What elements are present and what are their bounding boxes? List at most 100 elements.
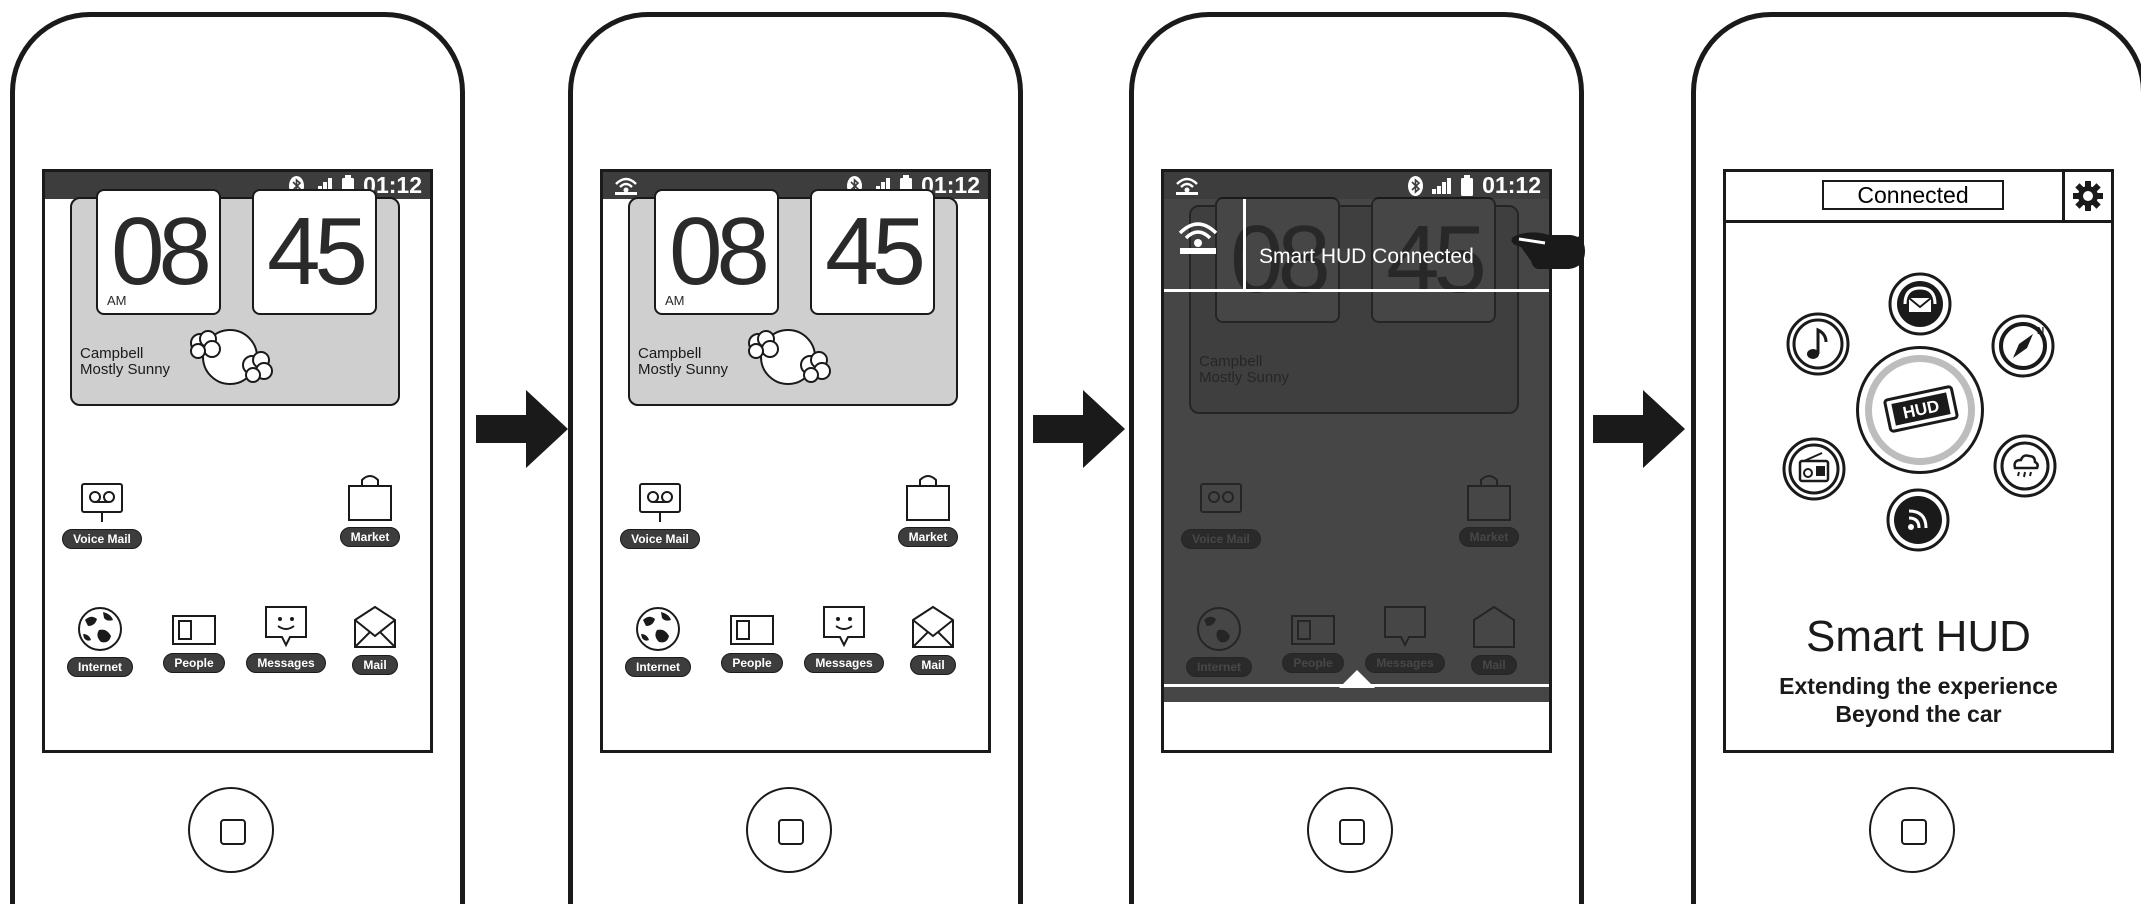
- app-mail[interactable]: Mail: [345, 604, 405, 675]
- signal-icon: [1432, 177, 1452, 194]
- notification-text[interactable]: Smart HUD Connected: [1259, 245, 1474, 269]
- hud-connection-icon: [615, 177, 637, 195]
- gear-icon: [2073, 181, 2103, 211]
- app-label: Mail: [910, 655, 956, 675]
- home-square-icon: [220, 819, 246, 845]
- shade-handle-icon[interactable]: [1339, 669, 1375, 689]
- connection-status-badge: Connected: [1822, 180, 2004, 210]
- home-button[interactable]: [188, 787, 274, 873]
- hud-center-button[interactable]: HUD: [1856, 346, 1984, 474]
- bluetooth-icon: [1408, 175, 1424, 196]
- app-internet[interactable]: Internet: [617, 606, 699, 677]
- clock-weather-widget[interactable]: 08 AM 45 Campbell Mostly Sunny: [70, 189, 400, 406]
- app-label: People: [163, 653, 225, 673]
- app-messages[interactable]: Messages: [799, 604, 889, 673]
- sun-cloud-icon: [190, 329, 273, 385]
- menu-item-weather[interactable]: [1993, 434, 2057, 498]
- subtitle-line-1: Extending the experience: [1779, 673, 2058, 699]
- home-button[interactable]: [1869, 787, 1955, 873]
- phone-2: 01:12 08 AM 45 Campbell Mostly Sunny Voice…: [568, 12, 1023, 904]
- menu-item-navigation[interactable]: N: [1991, 314, 2055, 378]
- ampm-label: AM: [107, 293, 127, 308]
- globe-icon: [636, 607, 680, 651]
- contact-card-icon: [730, 615, 774, 645]
- voicemail-icon: [639, 483, 681, 522]
- next-arrow-icon: [476, 390, 568, 468]
- smart-hud-app-screen: Connected HUD N Smart HUD Extending the …: [1723, 169, 2114, 753]
- app-label: Messages: [246, 653, 326, 673]
- app-label: Internet: [624, 657, 691, 677]
- app-market[interactable]: Market: [335, 474, 405, 547]
- next-arrow-icon: [1593, 390, 1685, 468]
- hud-icon: HUD: [1883, 385, 1959, 433]
- sun-cloud-icon: [748, 329, 831, 385]
- rss-icon: [1886, 488, 1950, 552]
- settings-button[interactable]: [2062, 172, 2111, 220]
- minute-text: 45: [267, 198, 368, 305]
- phone-4: Connected HUD N Smart HUD Extending the …: [1691, 12, 2141, 904]
- notification-shade[interactable]: Smart HUD Connected: [1164, 199, 1549, 702]
- home-screen: 01:12 08 AM 45 Campbell Mostly Sunny Voice…: [42, 169, 433, 753]
- menu-item-feed[interactable]: [1886, 488, 1950, 552]
- chat-bubble-icon: [265, 606, 307, 648]
- minute-card: 45: [252, 189, 377, 315]
- app-voice-mail[interactable]: Voice Mail: [620, 482, 700, 549]
- compass-icon: N: [1991, 314, 2055, 378]
- app-label: Market: [897, 527, 959, 547]
- app-label: Voice Mail: [620, 529, 700, 549]
- hour-text: 08: [111, 198, 212, 305]
- music-icon: [1786, 312, 1850, 376]
- status-bar: 01:12: [1164, 172, 1549, 199]
- menu-item-music[interactable]: [1786, 312, 1850, 376]
- swipe-finger-icon: [1511, 232, 1585, 269]
- app-voice-mail[interactable]: Voice Mail: [62, 482, 142, 549]
- weather-city: Campbell: [638, 345, 702, 362]
- notification-bottom-rule: [1164, 289, 1549, 292]
- home-button[interactable]: [746, 787, 832, 873]
- svg-text:N: N: [2037, 326, 2044, 337]
- home-screen: 01:12 08 AM 45 Campbell Mostly Sunny Voice…: [600, 169, 991, 753]
- headset-mail-icon: [1888, 272, 1952, 336]
- hour-card: 08 AM: [654, 189, 779, 315]
- minute-card: 45: [810, 189, 935, 315]
- contact-card-icon: [172, 615, 216, 645]
- phone-1: 01:12 08 AM 45 Campbell Mostly Sunny Voice…: [10, 12, 465, 904]
- hud-connection-icon: [1176, 177, 1198, 195]
- envelope-icon: [354, 605, 396, 648]
- app-label: Voice Mail: [62, 529, 142, 549]
- home-button[interactable]: [1307, 787, 1393, 873]
- app-internet[interactable]: Internet: [59, 606, 141, 677]
- weather-condition: Mostly Sunny: [80, 361, 171, 378]
- envelope-icon: [912, 605, 954, 648]
- phone-3: 01:12 08 45 CampbellMostly Sunny Voice M…: [1129, 12, 1585, 904]
- app-messages[interactable]: Messages: [241, 604, 331, 673]
- shopping-bag-icon: [906, 475, 950, 521]
- app-header: Connected: [1726, 172, 2111, 223]
- ampm-label: AM: [665, 293, 685, 308]
- weather-text: CampbellMostly Sunny: [80, 346, 170, 378]
- app-people[interactable]: People: [159, 612, 229, 673]
- app-subtitle: Extending the experience Beyond the car: [1726, 672, 2111, 728]
- menu-item-radio[interactable]: [1782, 437, 1846, 501]
- app-label: People: [721, 653, 783, 673]
- radio-icon: [1782, 437, 1846, 501]
- hour-card: 08 AM: [96, 189, 221, 315]
- app-title: Smart HUD: [1806, 612, 2031, 661]
- app-label: Market: [339, 527, 401, 547]
- app-label: Internet: [66, 657, 133, 677]
- weather-city: Campbell: [80, 345, 144, 362]
- app-people[interactable]: People: [717, 612, 787, 673]
- globe-icon: [78, 607, 122, 651]
- minute-text: 45: [825, 198, 926, 305]
- shopping-bag-icon: [348, 475, 392, 521]
- status-clock: 01:12: [1482, 172, 1541, 198]
- clock-weather-widget[interactable]: 08 AM 45 Campbell Mostly Sunny: [628, 189, 958, 406]
- app-market[interactable]: Market: [893, 474, 963, 547]
- app-mail[interactable]: Mail: [903, 604, 963, 675]
- menu-item-mail[interactable]: [1888, 272, 1952, 336]
- hour-text: 08: [669, 198, 770, 305]
- weather-icon: [1993, 434, 2057, 498]
- app-label: Mail: [352, 655, 398, 675]
- app-label: Messages: [804, 653, 884, 673]
- notification-divider: [1243, 199, 1246, 289]
